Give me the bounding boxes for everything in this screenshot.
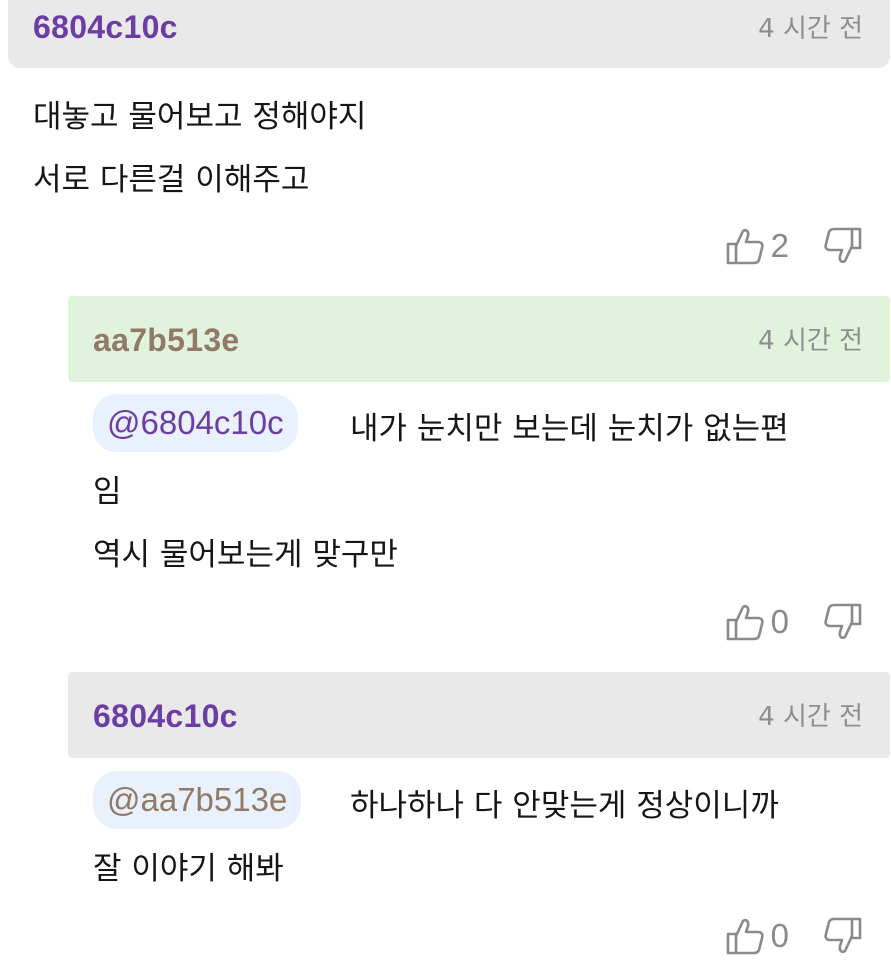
like-button[interactable]	[725, 226, 765, 266]
thumbs-up-icon	[726, 228, 764, 265]
mention-tag[interactable]: @aa7b513e	[93, 771, 302, 829]
like-count: 0	[770, 603, 789, 640]
like-button[interactable]	[725, 602, 765, 642]
comment-actions: 2	[725, 224, 863, 268]
reply-text-line: 임	[93, 474, 122, 510]
like-count: 0	[770, 917, 789, 954]
mention-tag[interactable]: @6804c10c	[93, 394, 298, 452]
reply-text-line: 역시 물어보는게 맞구만	[93, 537, 398, 573]
reply-nickname[interactable]: 6804c10c	[93, 698, 238, 735]
reply-timestamp: 4 시간 전	[758, 326, 863, 356]
dislike-button[interactable]	[823, 602, 863, 642]
thumbs-down-icon	[824, 603, 862, 640]
thumbs-up-icon	[726, 918, 764, 955]
like-button[interactable]	[725, 916, 765, 956]
reply-text-line: 내가 눈치만 보는데 눈치가 없는편	[350, 411, 789, 447]
dislike-button[interactable]	[823, 916, 863, 956]
comment-text-line: 대놓고 물어보고 정해야지	[33, 99, 367, 135]
reply-text-line: 하나하나 다 안맞는게 정상이니까	[350, 788, 779, 824]
thumbs-up-icon	[726, 604, 764, 641]
comment-text-line: 서로 다른걸 이해주고	[33, 162, 310, 198]
thumbs-down-icon	[824, 917, 862, 954]
comment-timestamp: 4 시간 전	[758, 14, 863, 44]
reply-timestamp: 4 시간 전	[758, 702, 863, 732]
thumbs-down-icon	[824, 227, 862, 264]
dislike-button[interactable]	[823, 226, 863, 266]
reply-actions: 0	[725, 914, 863, 958]
like-count: 2	[770, 227, 789, 264]
comment-nickname[interactable]: 6804c10c	[33, 9, 178, 46]
reply-nickname[interactable]: aa7b513e	[93, 322, 240, 359]
reply-actions: 0	[725, 600, 863, 644]
reply-text-line: 잘 이야기 해봐	[93, 851, 284, 887]
comment-thread: 6804c10c 4 시간 전 대놓고 물어보고 정해야지 서로 다른걸 이해주…	[0, 0, 891, 969]
